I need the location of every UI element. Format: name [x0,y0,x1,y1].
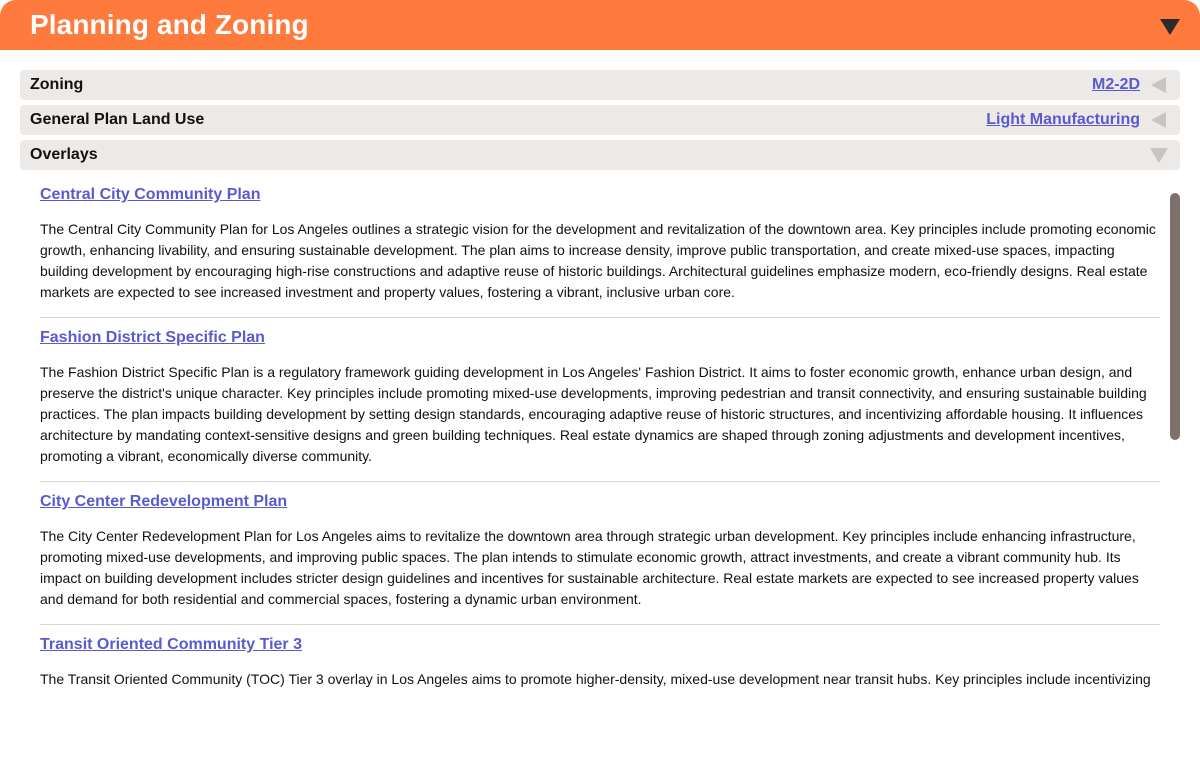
panel-header[interactable]: Planning and Zoning [0,0,1200,50]
triangle-down-icon[interactable] [1150,148,1168,163]
zoning-value-link[interactable]: M2-2D [1092,76,1140,94]
overlays-label: Overlays [30,146,98,163]
overlay-description: The Transit Oriented Community (TOC) Tie… [40,671,1151,687]
overlay-description: The City Center Redevelopment Plan for L… [40,528,1139,607]
general-plan-land-use-link[interactable]: Light Manufacturing [986,111,1140,129]
overlay-description: The Fashion District Specific Plan is a … [40,364,1147,464]
overlay-title-link[interactable]: City Center Redevelopment Plan [40,492,287,512]
overlay-description: The Central City Community Plan for Los … [40,221,1156,300]
triangle-down-icon[interactable] [1160,19,1180,35]
overlay-item: Central City Community Plan The Central … [40,175,1160,318]
general-plan-land-use-label: General Plan Land Use [30,111,205,128]
triangle-left-icon[interactable] [1151,112,1166,128]
overlays-row[interactable]: Overlays [20,140,1180,170]
planning-zoning-panel: Planning and Zoning Zoning M2-2D General… [0,0,1200,757]
overlay-item: Transit Oriented Community Tier 3 The Tr… [40,625,1160,704]
overlay-title-link[interactable]: Fashion District Specific Plan [40,328,265,348]
zoning-label: Zoning [30,76,84,93]
overlays-list[interactable]: Central City Community Plan The Central … [40,175,1160,757]
overlay-title-link[interactable]: Central City Community Plan [40,185,260,205]
triangle-left-icon[interactable] [1151,77,1166,93]
overlay-item: Fashion District Specific Plan The Fashi… [40,318,1160,482]
overlay-title-link[interactable]: Transit Oriented Community Tier 3 [40,635,302,655]
panel-title: Planning and Zoning [30,9,309,40]
overlay-item: City Center Redevelopment Plan The City … [40,482,1160,625]
zoning-row[interactable]: Zoning M2-2D [20,70,1180,100]
scrollbar-thumb[interactable] [1170,193,1180,440]
general-plan-land-use-row[interactable]: General Plan Land Use Light Manufacturin… [20,105,1180,135]
